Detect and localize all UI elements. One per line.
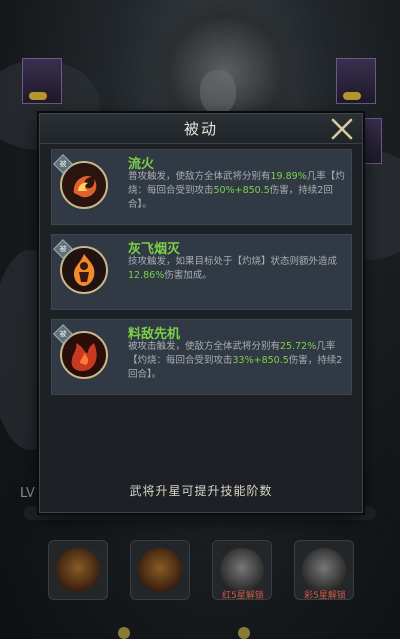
close-icon xyxy=(331,118,353,140)
description-text: 普攻触发，使敌方全体武将分别有 xyxy=(128,171,271,182)
bottom-skill-slot-2[interactable] xyxy=(130,540,190,600)
skill-card[interactable]: 被 料敌先机 被攻击触发，使敌方全体武将分别有25.72%几率【灼烧：每回合受到… xyxy=(51,319,352,395)
description-text: 被攻击触发，使敌方全体武将分别有 xyxy=(128,341,281,352)
description-text: 技攻触发，如果目标处于【灼烧】状态则额外造成 xyxy=(128,256,338,267)
currency-indicator xyxy=(238,626,254,639)
skill-description: 被攻击触发，使敌方全体武将分别有25.72%几率【灼烧：每回合受到攻击33%+8… xyxy=(128,340,348,382)
skill-description: 技攻触发，如果目标处于【灼烧】状态则额外造成 12.86%伤害加成。 xyxy=(128,255,348,283)
highlight-value: 12.86% xyxy=(128,270,165,281)
locked-slot-label: 彩5星解锁 xyxy=(304,591,346,601)
passive-skills-popup: 被动 被 流火 普攻触发，使敌方全体武将分别有19.89%几率【灼烧：每回合受到… xyxy=(39,113,363,513)
highlight-value: 33%+850.5 xyxy=(232,355,289,366)
locked-slot-label: 红5星解锁 xyxy=(222,591,264,601)
highlight-value: 50%+850.5 xyxy=(213,185,270,196)
equipment-slot-right[interactable] xyxy=(336,58,376,104)
bottom-skill-slot-4-locked[interactable]: 彩5星解锁 xyxy=(294,540,354,601)
bottom-skill-slot-1[interactable] xyxy=(48,540,108,600)
skill-card[interactable]: 被 流火 普攻触发，使敌方全体武将分别有19.89%几率【灼烧：每回合受到攻击5… xyxy=(51,149,352,225)
star-upgrade-note: 武将升星可提升技能阶数 xyxy=(129,484,273,498)
highlight-value: 19.89% xyxy=(270,171,307,182)
equipment-slot-left[interactable] xyxy=(22,58,62,104)
hero-face xyxy=(200,70,236,114)
popup-title: 被动 xyxy=(183,120,218,138)
highlight-value: 25.72% xyxy=(280,341,317,352)
bottom-skill-slot-3-locked[interactable]: 红5星解锁 xyxy=(212,540,272,601)
popup-header: 被动 xyxy=(40,114,362,144)
skill-icon: 被 xyxy=(53,324,114,385)
description-text: 伤害加成。 xyxy=(164,270,212,281)
close-button[interactable] xyxy=(328,115,356,143)
skill-icon: 被 xyxy=(53,154,114,215)
currency-indicator xyxy=(118,626,134,639)
level-label: LV xyxy=(20,486,35,501)
skill-icon: 被 xyxy=(53,239,114,300)
skill-card[interactable]: 被 灰飞烟灭 技攻触发，如果目标处于【灼烧】状态则额外造成12.86%伤害加成。 xyxy=(51,234,352,310)
skill-description: 普攻触发，使敌方全体武将分别有19.89%几率【灼烧：每回合受到攻击50%+85… xyxy=(128,170,348,212)
